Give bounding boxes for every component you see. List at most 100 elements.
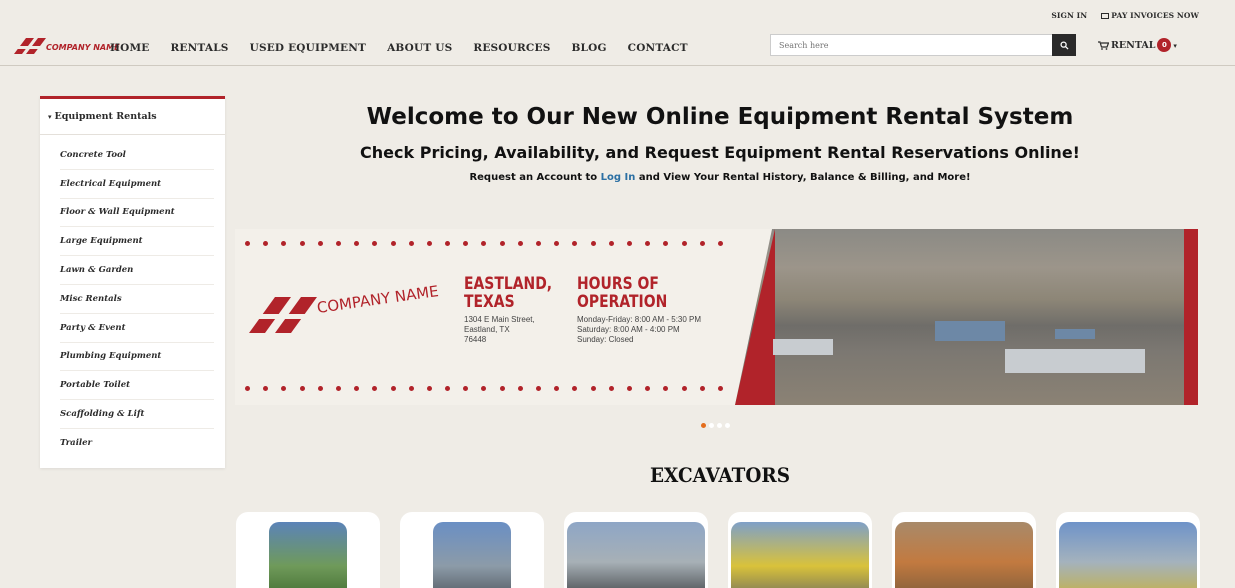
location-block: EASTLAND, TEXAS 1304 E Main Street, East… (464, 275, 571, 345)
search-button[interactable] (1052, 34, 1076, 56)
search-icon (1059, 40, 1069, 50)
hours-line-3: Sunday: Closed (577, 335, 634, 344)
border-dot (445, 386, 451, 391)
border-dot (645, 386, 651, 391)
hours-title-2: OPERATION (577, 292, 668, 312)
hero-banner[interactable]: COMPANY NAME EASTLAND, TEXAS 1304 E Main… (235, 229, 1198, 405)
caret-down-icon: ▾ (48, 112, 52, 121)
site-logo[interactable]: COMPANY NAME (12, 32, 120, 58)
aerial-yard-photo (735, 229, 1198, 405)
welcome-title: Welcome to Our New Online Equipment Rent… (366, 104, 1074, 130)
border-dot (645, 241, 651, 246)
nav-about-us[interactable]: ABOUT US (387, 42, 452, 54)
border-dot (481, 241, 487, 246)
carousel-dot[interactable] (701, 423, 706, 428)
border-dot (354, 386, 360, 391)
border-dot (372, 386, 378, 391)
product-card[interactable] (728, 512, 872, 588)
sidebar-item-floor-wall-equipment[interactable]: Floor & Wall Equipment (60, 199, 214, 228)
photo-building (773, 339, 833, 355)
sidebar-item-party-event[interactable]: Party & Event (60, 314, 214, 343)
utility-bar: SIGN IN PAY INVOICES NOW (1051, 11, 1199, 20)
account-line-pre: Request an Account to (469, 172, 601, 183)
border-dot (408, 241, 414, 246)
address-line-1: 1304 E Main Street, (464, 315, 535, 324)
border-dot (517, 386, 523, 391)
hours-block: HOURS OF OPERATION Monday-Friday: 8:00 A… (577, 275, 701, 345)
border-dot (463, 386, 469, 391)
border-dot (408, 386, 414, 391)
border-dot (354, 241, 360, 246)
sidebar-item-portable-toilet[interactable]: Portable Toilet (60, 371, 214, 401)
border-dot (426, 386, 432, 391)
product-card[interactable] (892, 512, 1036, 588)
border-dot (499, 386, 505, 391)
cart-count-badge: 0 (1157, 38, 1172, 52)
border-dot (372, 241, 378, 246)
sidebar-item-scaffolding-lift[interactable]: Scaffolding & Lift (60, 400, 214, 429)
address-line-2: Eastland, TX (464, 325, 510, 334)
hours-line-2: Saturday: 8:00 AM - 4:00 PM (577, 325, 680, 334)
carousel-dot[interactable] (709, 423, 714, 428)
photo-building (1005, 349, 1145, 373)
carousel-dot[interactable] (725, 423, 730, 428)
border-dot (554, 386, 560, 391)
main-header: COMPANY NAME HOME RENTALS USED EQUIPMENT… (0, 30, 1235, 66)
product-image (895, 522, 1033, 588)
nav-home[interactable]: HOME (110, 42, 150, 54)
border-dot (445, 241, 451, 246)
border-dot (626, 241, 632, 246)
cart-icon (1098, 40, 1109, 50)
border-dot (681, 241, 687, 246)
sidebar-item-lawn-garden[interactable]: Lawn & Garden (60, 256, 214, 285)
border-dot (263, 386, 269, 391)
border-dot (299, 386, 305, 391)
sidebar-header[interactable]: ▾ Equipment Rentals (40, 99, 225, 135)
border-dot (390, 241, 396, 246)
sign-in-link[interactable]: SIGN IN (1051, 11, 1087, 20)
sidebar-list: Concrete Tool Electrical Equipment Floor… (40, 135, 225, 458)
sidebar-item-misc-rentals[interactable]: Misc Rentals (60, 285, 214, 314)
border-dot (481, 386, 487, 391)
border-dot (608, 241, 614, 246)
product-card[interactable] (564, 512, 708, 588)
main-nav: HOME RENTALS USED EQUIPMENT ABOUT US RES… (110, 42, 688, 54)
border-dot (554, 241, 560, 246)
product-card[interactable] (400, 512, 544, 588)
nav-resources[interactable]: RESOURCES (473, 42, 550, 54)
border-dot (590, 386, 596, 391)
red-accent-left (735, 229, 775, 405)
sidebar-item-large-equipment[interactable]: Large Equipment (60, 227, 214, 257)
product-card[interactable] (1056, 512, 1200, 588)
border-dot (317, 386, 323, 391)
product-image (567, 522, 705, 588)
product-card[interactable] (236, 512, 380, 588)
border-dot (663, 241, 669, 246)
border-dot (499, 241, 505, 246)
pay-invoices-label: PAY INVOICES NOW (1111, 11, 1199, 20)
red-accent-right (1184, 229, 1198, 405)
carousel-dot[interactable] (717, 423, 722, 428)
invoice-icon (1101, 13, 1110, 19)
cart-label: RENTAL (1111, 39, 1156, 51)
border-dot (699, 386, 705, 391)
sidebar-item-plumbing-equipment[interactable]: Plumbing Equipment (60, 343, 214, 372)
border-dot (572, 241, 578, 246)
border-dot (536, 241, 541, 246)
sidebar-item-trailer[interactable]: Trailer (60, 429, 214, 458)
border-dot (335, 241, 341, 246)
sidebar-item-electrical-equipment[interactable]: Electrical Equipment (60, 170, 214, 199)
border-dot (717, 241, 723, 246)
nav-used-equipment[interactable]: USED EQUIPMENT (250, 42, 366, 54)
pay-invoices-link[interactable]: PAY INVOICES NOW (1101, 11, 1199, 20)
nav-rentals[interactable]: RENTALS (171, 42, 229, 54)
nav-contact[interactable]: CONTACT (628, 42, 688, 54)
rental-cart[interactable]: RENTAL 0 ▾ (1098, 38, 1177, 52)
login-link[interactable]: Log In (601, 172, 636, 183)
sidebar-item-concrete-tool[interactable]: Concrete Tool (60, 141, 214, 170)
search-input[interactable] (770, 34, 1052, 56)
nav-blog[interactable]: BLOG (571, 42, 606, 54)
border-dot (717, 386, 723, 391)
address-line-3: 76448 (464, 335, 487, 344)
product-image (433, 522, 511, 588)
